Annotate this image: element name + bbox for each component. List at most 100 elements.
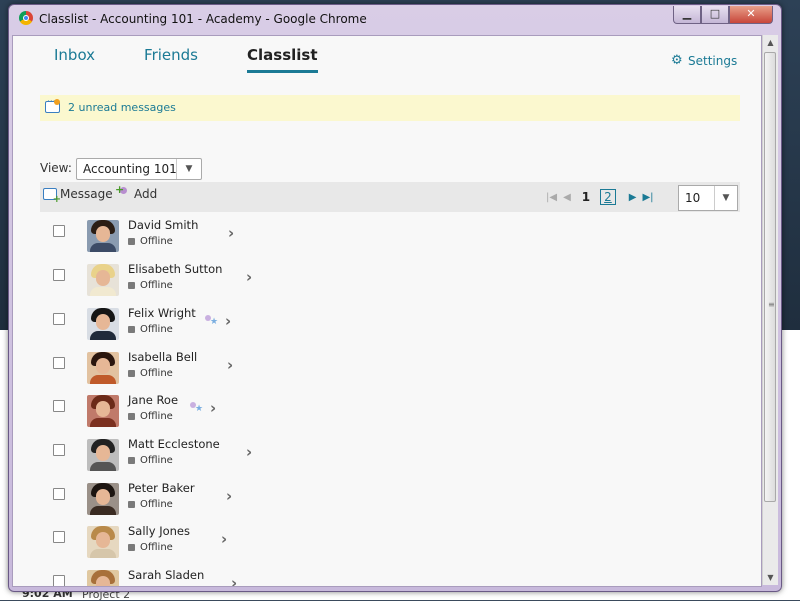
student-name[interactable]: Elisabeth Sutton: [128, 262, 222, 276]
student-name[interactable]: Matt Ecclestone: [128, 437, 220, 451]
pagination: |◀ ◀ 1 2 ▶ ▶|: [546, 186, 660, 208]
list-item[interactable]: Sally Jones Offline ›: [40, 519, 740, 563]
row-checkbox[interactable]: [53, 488, 65, 500]
avatar: [87, 352, 119, 384]
row-checkbox[interactable]: [53, 400, 65, 412]
unread-banner: 2 unread messages: [40, 95, 740, 121]
row-checkbox[interactable]: [53, 575, 65, 586]
browser-window: Classlist - Accounting 101 - Academy - G…: [8, 4, 782, 592]
title-bar[interactable]: Classlist - Accounting 101 - Academy - G…: [9, 5, 781, 31]
student-name[interactable]: Sarah Sladen: [128, 568, 204, 582]
add-user-icon: [115, 183, 131, 201]
notification-badge: [54, 99, 60, 105]
status: Offline: [128, 542, 173, 553]
next-page-icon[interactable]: ▶: [629, 192, 637, 203]
list-item[interactable]: Felix Wright Offline ›: [40, 301, 740, 345]
avatar-face: [96, 358, 110, 374]
scroll-down-arrow[interactable]: ▼: [763, 570, 778, 585]
scroll-thumb[interactable]: ≡: [764, 52, 776, 502]
avatar-body: [90, 243, 116, 252]
row-checkbox[interactable]: [53, 269, 65, 281]
chevron-down-icon: ▼: [176, 159, 201, 179]
settings-link[interactable]: ⚙ Settings: [671, 54, 737, 68]
unread-messages-link[interactable]: 2 unread messages: [68, 101, 176, 114]
page-content: Inbox Friends Classlist ⚙ Settings 2 unr…: [12, 35, 762, 587]
chevron-right-icon[interactable]: ›: [227, 356, 233, 374]
avatar-body: [90, 462, 116, 471]
chevron-right-icon[interactable]: ›: [246, 268, 252, 286]
student-name[interactable]: David Smith: [128, 218, 198, 232]
list-item[interactable]: Sarah Sladen Offline ›: [40, 563, 740, 586]
avatar-face: [96, 489, 110, 505]
per-page-select[interactable]: 10 ▼: [678, 185, 738, 211]
avatar: [87, 526, 119, 558]
window-controls: ▁ □ ✕: [673, 6, 773, 24]
offline-status-icon: [128, 282, 135, 289]
list-item[interactable]: Jane Roe Offline ›: [40, 388, 740, 432]
gear-icon: ⚙: [671, 53, 683, 68]
status-label: Offline: [140, 411, 173, 422]
view-select-value: Accounting 101: [83, 162, 177, 176]
list-item[interactable]: Peter Baker Offline ›: [40, 476, 740, 520]
offline-status-icon: [128, 326, 135, 333]
chrome-icon: [19, 11, 33, 25]
status-label: Offline: [140, 236, 173, 247]
chevron-right-icon[interactable]: ›: [225, 312, 231, 330]
new-message-icon: [43, 188, 61, 205]
avatar-body: [90, 331, 116, 340]
list-item[interactable]: David Smith Offline ›: [40, 213, 740, 257]
close-button[interactable]: ✕: [729, 6, 773, 24]
avatar-face: [96, 576, 110, 586]
status-label: Offline: [140, 542, 173, 553]
vertical-scrollbar[interactable]: ▲ ≡ ▼: [762, 35, 778, 585]
row-checkbox[interactable]: [53, 357, 65, 369]
chevron-right-icon[interactable]: ›: [246, 443, 252, 461]
scroll-up-arrow[interactable]: ▲: [763, 35, 778, 50]
minimize-button[interactable]: ▁: [673, 6, 701, 24]
tab-friends[interactable]: Friends: [144, 46, 198, 64]
offline-status-icon: [128, 501, 135, 508]
view-select[interactable]: Accounting 101 ▼: [76, 158, 202, 180]
message-button[interactable]: Message: [43, 187, 113, 205]
list-item[interactable]: Matt Ecclestone Offline ›: [40, 432, 740, 476]
chevron-right-icon[interactable]: ›: [226, 487, 232, 505]
row-checkbox[interactable]: [53, 531, 65, 543]
role-icon: [204, 315, 218, 329]
maximize-button[interactable]: □: [701, 6, 729, 24]
tab-classlist[interactable]: Classlist: [247, 46, 318, 73]
status: Offline: [128, 368, 173, 379]
status: Offline: [128, 411, 173, 422]
view-label: View:: [40, 161, 72, 175]
status-label: Offline: [140, 499, 173, 510]
first-page-icon[interactable]: |◀: [546, 192, 557, 203]
offline-status-icon: [128, 457, 135, 464]
row-checkbox[interactable]: [53, 444, 65, 456]
last-page-icon[interactable]: ▶|: [642, 192, 653, 203]
status: Offline: [128, 280, 173, 291]
row-checkbox[interactable]: [53, 313, 65, 325]
add-button[interactable]: Add: [115, 183, 157, 201]
student-name[interactable]: Isabella Bell: [128, 350, 197, 364]
list-item[interactable]: Elisabeth Sutton Offline ›: [40, 257, 740, 301]
list-item[interactable]: Isabella Bell Offline ›: [40, 345, 740, 389]
offline-status-icon: [128, 238, 135, 245]
message-label: Message: [60, 187, 113, 201]
student-name[interactable]: Felix Wright: [128, 306, 196, 320]
avatar: [87, 220, 119, 252]
page-link-2[interactable]: 2: [600, 189, 616, 205]
row-checkbox[interactable]: [53, 225, 65, 237]
prev-page-icon[interactable]: ◀: [563, 192, 571, 203]
student-name[interactable]: Peter Baker: [128, 481, 195, 495]
tab-inbox[interactable]: Inbox: [54, 46, 95, 64]
student-name[interactable]: Sally Jones: [128, 524, 190, 538]
chevron-right-icon[interactable]: ›: [210, 399, 216, 417]
chevron-right-icon[interactable]: ›: [231, 574, 237, 586]
chevron-right-icon[interactable]: ›: [228, 224, 234, 242]
student-name[interactable]: Jane Roe: [128, 393, 178, 407]
avatar-face: [96, 314, 110, 330]
window-title: Classlist - Accounting 101 - Academy - G…: [39, 12, 367, 26]
avatar-face: [96, 532, 110, 548]
avatar-body: [90, 375, 116, 384]
chevron-right-icon[interactable]: ›: [221, 530, 227, 548]
avatar: [87, 395, 119, 427]
